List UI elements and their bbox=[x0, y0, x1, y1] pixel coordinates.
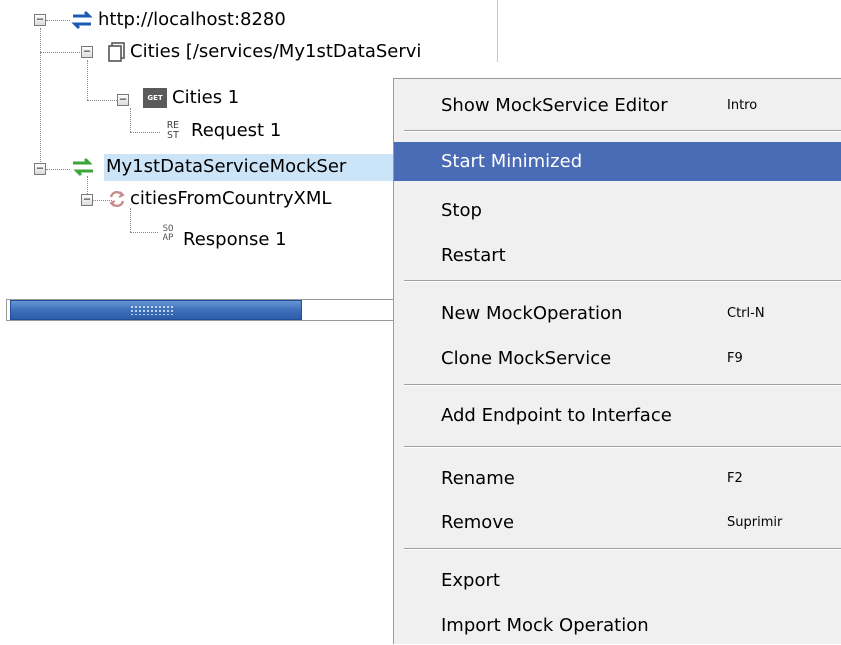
response-node[interactable]: Response 1 bbox=[183, 229, 287, 251]
menu-item-label: New MockOperation bbox=[441, 303, 623, 324]
menu-item-start-minimized[interactable]: Start Minimized bbox=[394, 142, 841, 181]
menu-item-show-mockservice-editor[interactable]: Show MockService Editor Intro bbox=[394, 86, 841, 125]
tree-connector bbox=[130, 232, 158, 233]
tree-connector bbox=[46, 169, 70, 170]
menu-item-clone-mockservice[interactable]: Clone MockService F9 bbox=[394, 339, 841, 378]
resource-node[interactable]: Cities [/services/My1stDataServi bbox=[130, 41, 421, 63]
menu-item-remove[interactable]: Remove Suprimir bbox=[394, 503, 841, 542]
menu-separator bbox=[404, 548, 841, 550]
resource-icon bbox=[107, 41, 127, 67]
collapse-toggle[interactable]: − bbox=[117, 93, 129, 106]
request-node[interactable]: Request 1 bbox=[191, 120, 281, 142]
menu-item-label: Import Mock Operation bbox=[441, 615, 649, 636]
menu-item-label: Clone MockService bbox=[441, 348, 612, 369]
tree-connector bbox=[130, 108, 131, 132]
menu-item-rename[interactable]: Rename F2 bbox=[394, 459, 841, 498]
menu-item-label: Start Minimized bbox=[441, 151, 583, 172]
rest-badge-bottom: ST bbox=[166, 130, 180, 141]
tree-connector bbox=[46, 20, 70, 21]
menu-item-label: Remove bbox=[441, 512, 515, 533]
collapse-toggle[interactable]: − bbox=[81, 45, 93, 58]
mockservice-icon bbox=[71, 156, 95, 182]
menu-item-shortcut: Suprimir bbox=[727, 515, 783, 530]
menu-separator bbox=[404, 384, 841, 386]
menu-item-restart[interactable]: Restart bbox=[394, 236, 841, 275]
menu-item-shortcut: F2 bbox=[727, 471, 743, 486]
menu-item-export[interactable]: Export bbox=[394, 561, 841, 600]
panel-divider bbox=[497, 0, 498, 62]
soap-response-icon: SO AP bbox=[160, 225, 176, 243]
collapse-toggle[interactable]: − bbox=[81, 193, 93, 206]
menu-item-label: Add Endpoint to Interface bbox=[441, 405, 672, 426]
method-node[interactable]: Cities 1 bbox=[172, 87, 239, 109]
rest-request-icon: RE ST bbox=[163, 121, 183, 141]
soap-badge-bottom: AP bbox=[162, 233, 174, 243]
menu-item-label: Stop bbox=[441, 200, 482, 221]
menu-separator bbox=[404, 446, 841, 448]
menu-separator bbox=[404, 280, 841, 282]
menu-item-new-mockoperation[interactable]: New MockOperation Ctrl-N bbox=[394, 294, 841, 333]
scrollbar-grip bbox=[130, 305, 174, 315]
tree-connector bbox=[87, 60, 88, 100]
project-icon bbox=[71, 10, 93, 34]
tree-connector bbox=[40, 28, 41, 170]
horizontal-scrollbar[interactable] bbox=[0, 290, 400, 330]
menu-item-label: Restart bbox=[441, 245, 506, 266]
menu-item-shortcut: Intro bbox=[727, 98, 758, 113]
mock-operation-icon bbox=[107, 189, 127, 213]
menu-item-stop[interactable]: Stop bbox=[394, 191, 841, 230]
mockservice-node[interactable]: My1stDataServiceMockSer bbox=[106, 156, 346, 178]
menu-item-label: Show MockService Editor bbox=[441, 95, 668, 116]
tree-connector bbox=[40, 52, 80, 53]
context-menu: Show MockService Editor Intro Start Mini… bbox=[393, 78, 841, 644]
tree-connector bbox=[130, 132, 160, 133]
collapse-toggle[interactable]: − bbox=[34, 13, 46, 26]
project-node[interactable]: http://localhost:8280 bbox=[98, 9, 286, 31]
tree-connector bbox=[130, 208, 131, 232]
mock-operation-node[interactable]: citiesFromCountryXML bbox=[130, 188, 331, 210]
menu-item-label: Rename bbox=[441, 468, 515, 489]
menu-item-shortcut: Ctrl-N bbox=[727, 306, 765, 321]
menu-item-shortcut: F9 bbox=[727, 351, 743, 366]
tree-connector bbox=[87, 100, 117, 101]
menu-item-import-mock-operation[interactable]: Import Mock Operation bbox=[394, 606, 841, 645]
menu-item-add-endpoint-to-interface[interactable]: Add Endpoint to Interface bbox=[394, 396, 841, 435]
get-method-icon: GET bbox=[143, 88, 167, 108]
menu-item-label: Export bbox=[441, 570, 500, 591]
menu-separator bbox=[404, 130, 841, 132]
collapse-toggle[interactable]: − bbox=[34, 162, 46, 175]
